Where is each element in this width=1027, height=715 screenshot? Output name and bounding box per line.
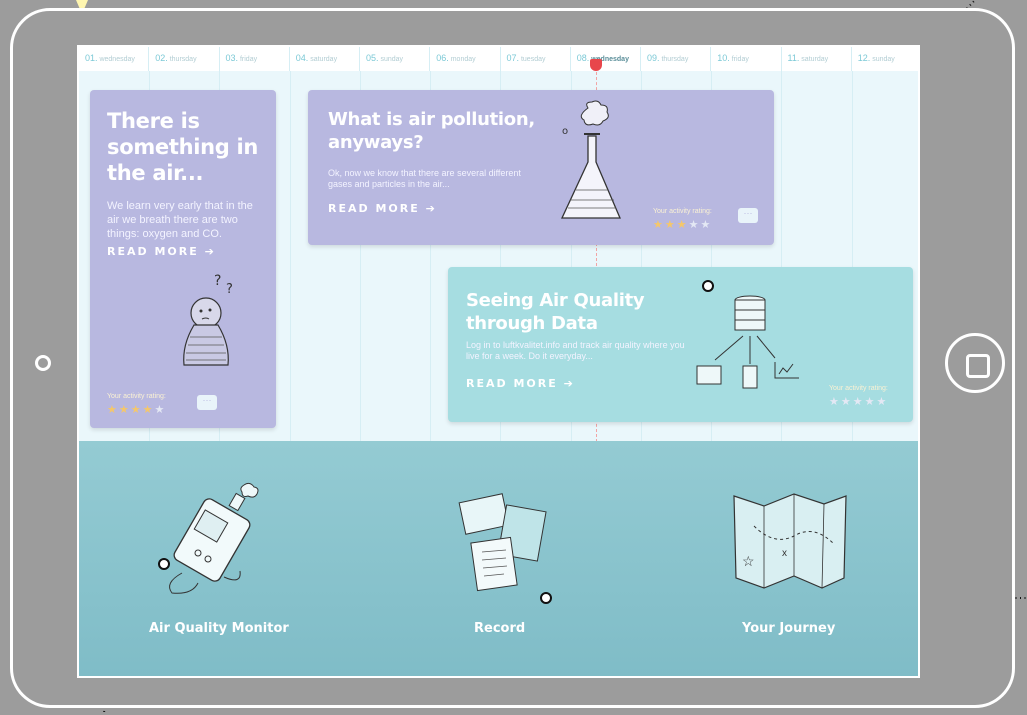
star-icon[interactable]: ★ bbox=[853, 396, 865, 408]
star-icon[interactable]: ★ bbox=[119, 404, 131, 416]
activity-rating-stars[interactable]: ★★★★★ bbox=[829, 395, 888, 408]
timeline-day[interactable]: 09. thursday bbox=[641, 47, 712, 71]
timeline-day[interactable]: 02. thursday bbox=[149, 47, 220, 71]
svg-text:x: x bbox=[782, 548, 787, 559]
star-icon[interactable]: ★ bbox=[865, 396, 877, 408]
activity-rating-stars[interactable]: ★★★★★ bbox=[653, 218, 712, 231]
air-quality-monitor-icon bbox=[169, 482, 259, 594]
timeline-header: 01. wednesday 02. thursday 03. friday 04… bbox=[79, 47, 918, 71]
activity-card-air-quality[interactable]: Seeing Air Quality through Data Log in t… bbox=[448, 267, 913, 422]
activity-rating-stars[interactable]: ★★★★★ bbox=[107, 403, 166, 416]
card-text: Ok, now we know that there are several d… bbox=[328, 168, 521, 189]
card-text: Log in to luftkvalitet.info and track ai… bbox=[466, 340, 685, 361]
record-item[interactable]: Record bbox=[444, 471, 574, 656]
svg-text:?: ? bbox=[214, 273, 221, 289]
star-icon[interactable]: ★ bbox=[841, 396, 853, 408]
app-screen: 01. wednesday 02. thursday 03. friday 04… bbox=[77, 45, 920, 678]
star-icon[interactable]: ★ bbox=[677, 219, 689, 231]
bottom-label: Air Quality Monitor bbox=[149, 621, 289, 636]
database-chart-icon bbox=[696, 295, 799, 389]
comment-bubble-icon[interactable]: ··· bbox=[197, 395, 217, 410]
card-title: What is air pollution, anyways? bbox=[328, 109, 535, 153]
timeline-day[interactable]: 01. wednesday bbox=[79, 47, 150, 71]
your-journey-item[interactable]: ☆ x Your Journey bbox=[719, 471, 859, 656]
timeline-day[interactable]: 10. friday bbox=[711, 47, 782, 71]
map-icon: ☆ x bbox=[733, 493, 847, 589]
svg-text:?: ? bbox=[226, 282, 233, 297]
home-square-icon bbox=[966, 354, 990, 378]
star-icon[interactable]: ★ bbox=[877, 396, 889, 408]
star-icon[interactable]: ★ bbox=[829, 396, 841, 408]
rating-label: Your activity rating: bbox=[653, 208, 712, 215]
timeline-day[interactable]: 03. friday bbox=[220, 47, 290, 71]
activity-card-pollution[interactable]: What is air pollution, anyways? Ok, now … bbox=[308, 90, 774, 245]
activity-card-air[interactable]: There is something in the air... We lear… bbox=[90, 90, 276, 428]
bottom-label: Your Journey bbox=[742, 621, 836, 636]
star-icon[interactable]: ★ bbox=[665, 219, 677, 231]
timeline-day[interactable]: 12. sunday bbox=[852, 47, 918, 71]
star-icon[interactable]: ★ bbox=[653, 219, 665, 231]
timeline-day[interactable]: 07. tuesday bbox=[501, 47, 571, 71]
star-icon[interactable]: ★ bbox=[131, 404, 143, 416]
svg-text:☆: ☆ bbox=[742, 553, 755, 569]
star-icon[interactable]: ★ bbox=[143, 404, 155, 416]
timeline-day[interactable]: 11. saturday bbox=[782, 47, 852, 71]
bottom-panel: Air Quality Monitor Record ☆ x Your Jour… bbox=[79, 441, 918, 676]
comment-bubble-icon[interactable]: ··· bbox=[738, 208, 758, 223]
star-icon[interactable]: ★ bbox=[107, 404, 119, 416]
card-text: We learn very early that in the air we b… bbox=[107, 200, 253, 240]
timeline-day[interactable]: 05. sunday bbox=[360, 47, 431, 71]
rating-label: Your activity rating: bbox=[107, 393, 166, 400]
annotation-marker bbox=[702, 280, 714, 292]
timeline-day[interactable]: 04. saturday bbox=[290, 47, 360, 71]
star-icon[interactable]: ★ bbox=[155, 404, 167, 416]
card-title: Seeing Air Quality through Data bbox=[466, 290, 645, 334]
read-more-link[interactable]: READ MORE ➔ bbox=[466, 377, 575, 390]
read-more-link[interactable]: READ MORE ➔ bbox=[107, 245, 216, 258]
bottom-label: Record bbox=[474, 621, 526, 636]
annotation-marker bbox=[540, 592, 552, 604]
home-button[interactable] bbox=[945, 333, 1005, 393]
svg-text:o: o bbox=[562, 126, 568, 137]
timeline-day-today[interactable]: 08. wednesday bbox=[571, 47, 641, 71]
timeline-day[interactable]: 06. monday bbox=[430, 47, 501, 71]
flask-icon: o bbox=[560, 100, 621, 219]
card-title: There is something in the air... bbox=[107, 109, 259, 185]
camera-icon bbox=[35, 355, 51, 371]
current-day-marker bbox=[590, 59, 602, 71]
confused-figure-icon: ? ? bbox=[183, 273, 233, 366]
star-icon[interactable]: ★ bbox=[689, 219, 701, 231]
annotation-marker bbox=[158, 558, 170, 570]
rating-label: Your activity rating: bbox=[829, 385, 888, 392]
record-icon bbox=[458, 493, 547, 592]
read-more-link[interactable]: READ MORE ➔ bbox=[328, 202, 437, 215]
grid-line bbox=[290, 71, 291, 441]
star-icon[interactable]: ★ bbox=[701, 219, 713, 231]
